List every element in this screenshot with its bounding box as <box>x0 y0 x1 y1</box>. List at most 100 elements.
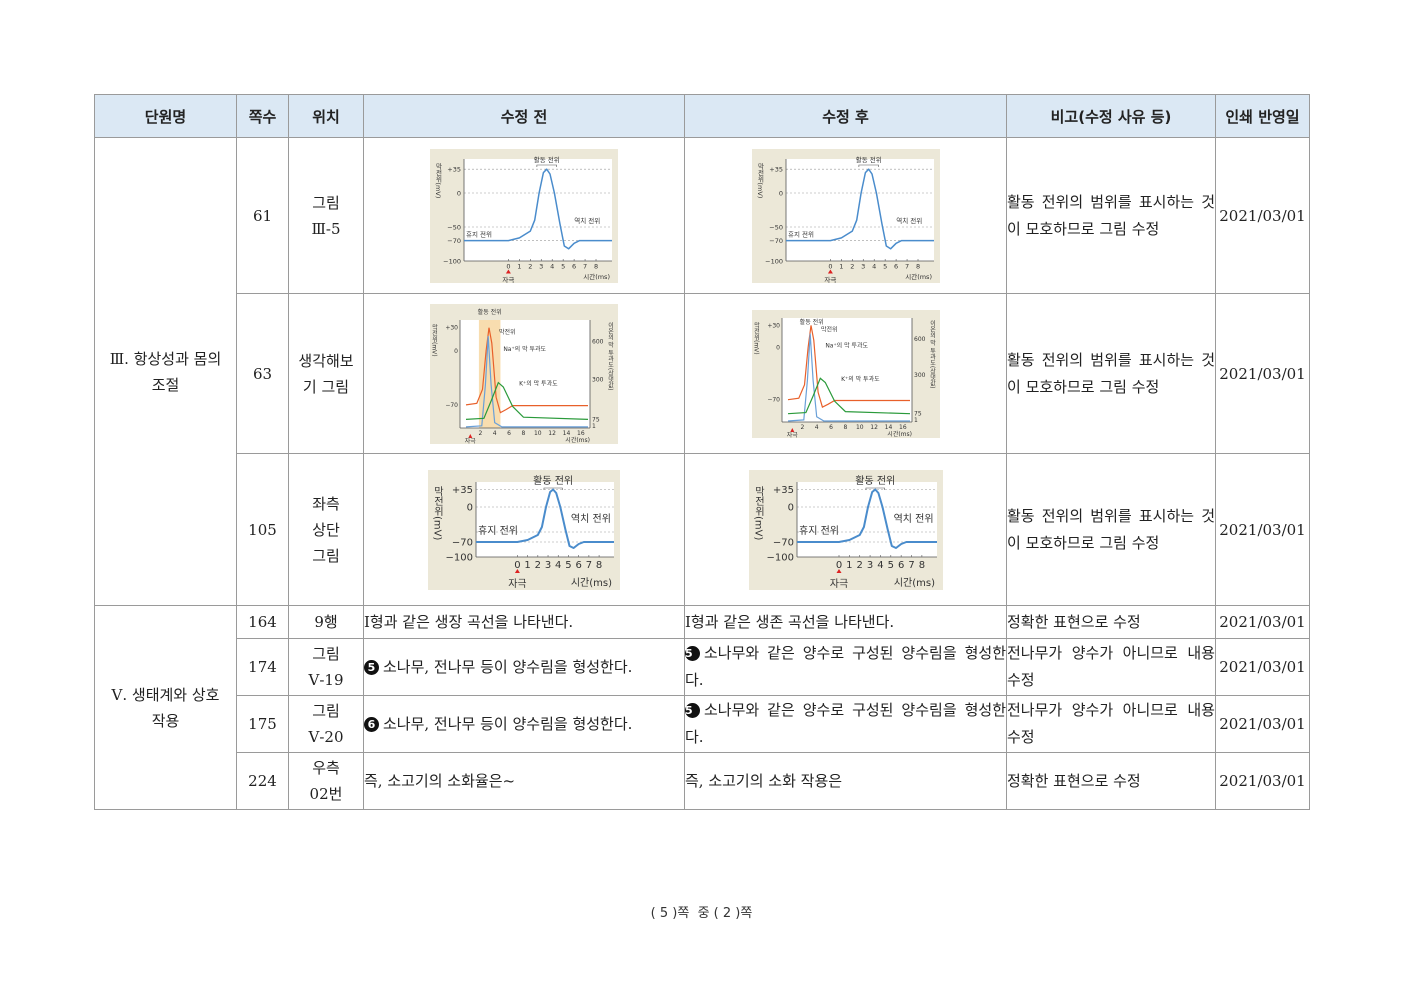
x-tick-label: 10 <box>855 424 863 431</box>
x-tick-label: 4 <box>814 424 818 431</box>
before-figure-cell: +35 0 −50 −70 −100 0 1 2 3 4 5 6 7 8 막전위(mV) 시간(ms) 자극 활동… <box>363 137 685 294</box>
header-unit: 단원명 <box>94 94 237 138</box>
table-row: 105 좌측 상단 그림 +35 0 −70 −100 0 1 2 3 4 5 6 7 8 막전위(mV)… <box>95 453 1310 606</box>
x-tick-label: 4 <box>555 560 561 571</box>
unit-name-5: Ⅴ. 생태계와 상호 작용 <box>94 605 237 810</box>
rest-label: 휴지 전위 <box>788 229 814 238</box>
current-page-number: 5 <box>659 906 669 921</box>
note-cell: 정확한 표현으로 수정 <box>1006 752 1216 810</box>
x-tick-label: 4 <box>877 560 883 571</box>
y2-tick-label: 300 <box>914 372 926 379</box>
stimulus-label: 자극 <box>508 578 526 590</box>
before-figure-cell: 활동 전위 +30 0 −70 600 300 75 1 2 4 6 8 10 12 14 16 막전위(mV)… <box>363 293 685 454</box>
stimulus-label: 자극 <box>465 437 477 444</box>
header-position: 위치 <box>288 94 364 138</box>
before-text-cell: I형과 같은 생장 곡선을 나타낸다. <box>363 605 685 639</box>
y-tick-label: −50 <box>447 223 461 231</box>
x-axis-label: 시간(ms) <box>887 430 912 438</box>
after-figure-cell: +35 0 −70 −100 0 1 2 3 4 5 6 7 8 막전위(mV) 시간(ms) 자극 활동 전위… <box>684 453 1007 606</box>
x-tick-label: 1 <box>524 560 530 571</box>
y-axis-label: 막전위(mV) <box>752 321 759 354</box>
x-tick-label: 4 <box>550 262 554 270</box>
x-tick-label: 2 <box>528 262 532 270</box>
threshold-label: 역치 전위 <box>893 512 933 525</box>
x-tick-label: 3 <box>866 560 872 571</box>
x-tick-label: 7 <box>586 560 592 571</box>
rest-label: 휴지 전위 <box>466 229 492 238</box>
x-tick-label: 8 <box>594 262 598 270</box>
note-cell: 활동 전위의 범위를 표시하는 것이 모호하므로 그림 수정 <box>1006 137 1216 294</box>
x-tick-label: 2 <box>850 262 854 270</box>
page-cell: 224 <box>236 752 289 810</box>
x-tick-label: 3 <box>545 560 551 571</box>
y-tick-label: +30 <box>767 322 780 329</box>
revision-table: 단원명 쪽수 위치 수정 전 수정 후 비고(수정 사유 등) 인쇄 반영일 Ⅲ… <box>94 94 1310 810</box>
date-cell: 2021/03/01 <box>1215 605 1310 639</box>
x-tick-label: 6 <box>575 560 581 571</box>
circled-number-icon: 5 <box>685 703 700 718</box>
x-tick-label: 12 <box>870 424 878 431</box>
date-cell: 2021/03/01 <box>1215 752 1310 810</box>
x-tick-label: 8 <box>918 560 924 571</box>
x-tick-label: 6 <box>894 262 898 270</box>
x-tick-label: 3 <box>861 262 865 270</box>
header-after: 수정 후 <box>684 94 1007 138</box>
before-text: 소나무, 전나무 등이 양수림을 형성한다. <box>383 715 633 733</box>
x-axis-label: 시간(ms) <box>893 577 934 589</box>
x-tick-label: 4 <box>872 262 876 270</box>
na-label: Na⁺의 막 투과도 <box>503 344 546 352</box>
note-cell: 정확한 표현으로 수정 <box>1006 605 1216 639</box>
y-axis-label: 막전위(mV) <box>752 485 764 540</box>
peak-label: 활동 전위 <box>534 155 560 164</box>
y-tick-label: +30 <box>445 324 458 331</box>
x-tick-label: 5 <box>883 262 887 270</box>
ion-permeability-svg: 활동 전위+300−706003007512 4 6 8 10 12 14 16막전위(mV)… <box>751 309 940 438</box>
header-page: 쪽수 <box>236 94 289 138</box>
ion-permeability-figure: 활동 전위 +30 0 −70 600 300 75 1 2 4 6 8 10 12 14 16 막전위(mV)… <box>751 309 940 438</box>
x-tick-label: 1 <box>839 262 843 270</box>
highlight-band <box>478 319 501 428</box>
x-axis-label: 시간(ms) <box>905 272 932 281</box>
x-axis-label: 시간(ms) <box>571 577 612 589</box>
before-text-cell: 즉, 소고기의 소화율은~ <box>363 752 685 810</box>
position-cell: 그림 Ⅴ-20 <box>288 695 364 753</box>
x-tick-label: 6 <box>829 424 833 431</box>
note-cell: 활동 전위의 범위를 표시하는 것이 모호하므로 그림 수정 <box>1006 293 1216 454</box>
y2-tick-label: 1 <box>592 422 596 429</box>
circled-number-icon: 6 <box>364 717 379 732</box>
threshold-label: 역치 전위 <box>574 216 600 225</box>
before-text-cell: 6 소나무, 전나무 등이 양수림을 형성한다. <box>363 695 685 753</box>
note-cell: 전나무가 양수가 아니므로 내용 수정 <box>1006 695 1216 753</box>
membrane-label: 막전위 <box>499 327 516 335</box>
table-row: 63 생각해보기 그림 활동 전위 +30 0 −70 600 300 75 1 2 4 6 8 10 1… <box>95 293 1310 454</box>
header-note: 비고(수정 사유 등) <box>1006 94 1216 138</box>
k-label: K⁺의 막 투과도 <box>519 379 558 387</box>
x-tick-label: 6 <box>572 262 576 270</box>
k-label: K⁺의 막 투과도 <box>841 375 880 383</box>
date-cell: 2021/03/01 <box>1215 453 1310 606</box>
y-tick-label: +35 <box>772 485 793 496</box>
after-figure-cell: +35 0 −50 −70 −100 0 1 2 3 4 5 6 7 8 막전위(mV) 시간(ms) 자극 활동… <box>684 137 1007 294</box>
x-tick-label: 1 <box>517 262 521 270</box>
y-tick-label: 0 <box>787 502 793 513</box>
page-cell: 63 <box>236 293 289 454</box>
y-tick-label: 0 <box>467 502 473 513</box>
x-tick-label: 5 <box>565 560 571 571</box>
action-potential-svg: +350−70−1000 1 2 3 4 5 6 7 8막전위(mV)시간(ms)자극활동 전위… <box>428 469 620 590</box>
unit-name-3: Ⅲ. 항상성과 몸의 조절 <box>94 137 237 606</box>
y-tick-label: −100 <box>446 552 473 563</box>
position-cell: 우측 02번 <box>288 752 364 810</box>
action-potential-figure: +35 0 −70 −100 0 1 2 3 4 5 6 7 8 막전위(mV) 시간(ms) 자극 활동 전위… <box>428 469 620 590</box>
y-tick-label: 0 <box>457 189 461 197</box>
rest-label: 휴지 전위 <box>799 524 839 537</box>
footer-text-end: 쪽 <box>740 906 753 921</box>
circled-number-icon: 5 <box>685 646 700 661</box>
x-tick-label: 10 <box>534 430 542 437</box>
y2-axis-label: 이온의 막 투과도(상댓값) <box>607 321 614 390</box>
peak-label: 활동 전위 <box>855 155 881 164</box>
y-tick-label: −70 <box>767 396 780 403</box>
peak-label: 활동 전위 <box>478 308 502 316</box>
after-figure-cell: 활동 전위 +30 0 −70 600 300 75 1 2 4 6 8 10 12 14 16 막전위(mV)… <box>684 293 1007 454</box>
plot-area <box>781 317 912 422</box>
y2-tick-label: 1 <box>914 416 918 423</box>
